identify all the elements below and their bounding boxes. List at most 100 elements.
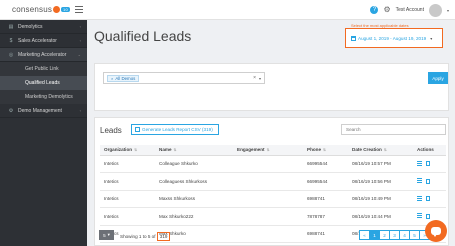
search-input[interactable] xyxy=(341,124,446,135)
apply-button[interactable]: Apply xyxy=(428,72,448,84)
sidebar-item-label: Sales Accelerator xyxy=(18,37,57,44)
cell-actions xyxy=(413,155,446,173)
caret-down-icon: ▾ xyxy=(107,232,110,237)
report-icon xyxy=(135,127,140,132)
sidebar-item-label: Marketing Demolytics xyxy=(25,94,73,100)
column-header-actions: Actions xyxy=(413,145,446,156)
account-caret-icon[interactable]: ▾ xyxy=(447,8,449,13)
chevron-icon: ‹ xyxy=(79,108,81,113)
cell-name: Colleaguess Shkurkoss xyxy=(155,172,233,191)
top-header: consensus 10 ? ⚙ Test Account ▾ xyxy=(0,0,455,20)
chevron-icon: ‹ xyxy=(79,38,81,43)
avatar[interactable] xyxy=(428,3,442,17)
cell-organization: Intetics xyxy=(100,172,155,191)
logo-version: 10 xyxy=(61,7,70,12)
chart-icon: ▤ xyxy=(8,23,14,30)
dollar-icon: $ xyxy=(9,37,13,44)
column-header-organization[interactable]: Organization ⇅ xyxy=(100,145,155,156)
filter-panel: × All Demos × ▾ Apply xyxy=(94,63,449,111)
details-icon[interactable] xyxy=(417,160,422,167)
details-icon[interactable] xyxy=(417,195,422,202)
leads-table: Organization ⇅ Name ⇅ Engagement ⇅ Phone ⇅ D… xyxy=(100,145,446,243)
chevron-down-icon[interactable]: ▾ xyxy=(259,76,261,81)
table-header-row: Organization ⇅ Name ⇅ Engagement ⇅ Phone ⇅ D… xyxy=(100,145,446,156)
table-row: Intetics Maxss Shkurkoss 6988741 08/16/1… xyxy=(100,190,446,208)
details-icon[interactable] xyxy=(417,178,422,184)
details-icon[interactable] xyxy=(417,213,422,219)
trash-icon[interactable] xyxy=(426,161,430,167)
table-row: Intetics Colleaguess Shkurkoss 66995544 … xyxy=(100,172,446,191)
page-title: Qualified Leads xyxy=(94,28,192,44)
generate-report-button[interactable]: Generate Leads Report CSV (319) xyxy=(131,124,219,135)
sidebar: ▤ Demolytics ‹ $ Sales Accelerator ‹ ◎ M… xyxy=(0,20,87,246)
chat-button[interactable] xyxy=(425,220,447,242)
demo-filter-select[interactable]: × All Demos × ▾ xyxy=(103,72,265,84)
gear-icon[interactable]: ⚙ xyxy=(383,6,390,14)
showing-text: Showing 1 to 5 of 319 xyxy=(120,232,171,241)
sidebar-item-label: Qualified Leads xyxy=(25,80,60,86)
cell-phone: 66995544 xyxy=(303,155,348,173)
cell-date: 08/16/19 10:56 PM xyxy=(348,172,413,191)
table-row: Intetics Max Shkurko222 7878787 08/16/19… xyxy=(100,207,446,226)
caret-down-icon: ▾ xyxy=(430,36,433,41)
trash-icon[interactable] xyxy=(426,213,430,219)
sidebar-item-label: Demo Management xyxy=(18,107,62,114)
help-icon[interactable]: ? xyxy=(370,6,379,14)
date-range-value: August 1, 2019 - August 19, 2019 xyxy=(358,36,427,41)
page-size-select[interactable]: 5 ▾ xyxy=(99,230,114,240)
target-icon: ◎ xyxy=(8,51,14,58)
cell-name: Colleague Shkurko xyxy=(155,155,233,173)
column-header-date-creation[interactable]: Date Creation ⇅ xyxy=(348,145,413,156)
sort-icon: ⇅ xyxy=(173,148,177,153)
cell-phone: 6988741 xyxy=(303,190,348,208)
leads-title: Leads xyxy=(100,126,122,135)
table-row: Intetics Colleague Shkurko 66995544 08/1… xyxy=(100,155,446,173)
cell-engagement xyxy=(233,172,303,191)
remove-chip-icon[interactable]: × xyxy=(111,76,113,81)
trash-icon[interactable] xyxy=(426,196,430,202)
clear-icon[interactable]: × xyxy=(253,75,256,81)
sidebar-item-sales-accelerator[interactable]: $ Sales Accelerator ‹ xyxy=(0,34,87,48)
pagination: « 1 2 3 4 5 » xyxy=(359,230,430,240)
cell-phone: 7878787 xyxy=(303,207,348,226)
chevron-down-icon: ⌄ xyxy=(77,52,81,57)
gear-icon: ⚙ xyxy=(8,107,14,114)
sidebar-item-qualified-leads[interactable]: Qualified Leads xyxy=(0,76,87,90)
generate-report-label: Generate Leads Report CSV (319) xyxy=(142,127,213,132)
sidebar-item-get-public-link[interactable]: Get Public Link xyxy=(0,62,87,76)
cell-name: Max Shkurko222 xyxy=(155,207,233,226)
cell-actions xyxy=(413,190,446,208)
menu-toggle-icon[interactable] xyxy=(75,6,83,13)
logo-mark-icon xyxy=(53,6,61,13)
cell-engagement xyxy=(233,190,303,208)
cell-phone: 6988741 xyxy=(303,225,348,243)
chat-icon xyxy=(431,227,441,237)
sort-icon: ⇅ xyxy=(134,148,138,153)
logo[interactable]: consensus 10 xyxy=(12,5,70,14)
column-header-name[interactable]: Name ⇅ xyxy=(155,145,233,156)
showing-prefix: Showing 1 to 5 of xyxy=(120,234,156,239)
sort-icon: ⇅ xyxy=(266,148,270,153)
column-header-phone[interactable]: Phone ⇅ xyxy=(303,145,348,156)
sidebar-item-marketing-demolytics[interactable]: Marketing Demolytics xyxy=(0,90,87,104)
sidebar-item-demolytics[interactable]: ▤ Demolytics ‹ xyxy=(0,20,87,34)
sidebar-item-marketing-accelerator[interactable]: ◎ Marketing Accelerator ⌄ xyxy=(0,48,87,62)
sort-icon: ⇅ xyxy=(323,148,326,153)
date-range-picker[interactable]: August 1, 2019 - August 19, 2019 ▾ xyxy=(349,34,439,43)
sidebar-item-label: Marketing Accelerator xyxy=(18,51,67,58)
date-range-highlight: August 1, 2019 - August 19, 2019 ▾ xyxy=(345,28,443,48)
cell-actions xyxy=(413,172,446,191)
trash-icon[interactable] xyxy=(426,178,430,184)
sidebar-item-demo-management[interactable]: ⚙ Demo Management ‹ xyxy=(0,104,87,118)
cell-engagement xyxy=(233,225,303,243)
filter-chip: × All Demos xyxy=(107,75,140,82)
column-header-engagement[interactable]: Engagement ⇅ xyxy=(233,145,303,156)
total-count: 319 xyxy=(156,232,171,241)
chevron-icon: ‹ xyxy=(79,24,81,29)
sidebar-item-label: Demolytics xyxy=(18,23,43,30)
account-name[interactable]: Test Account xyxy=(396,7,424,13)
sidebar-item-label: Get Public Link xyxy=(25,66,59,72)
sort-icon: ⇅ xyxy=(383,148,387,153)
logo-text: consensus xyxy=(12,5,53,14)
main-content: Qualified Leads Select the most applicab… xyxy=(87,20,455,246)
